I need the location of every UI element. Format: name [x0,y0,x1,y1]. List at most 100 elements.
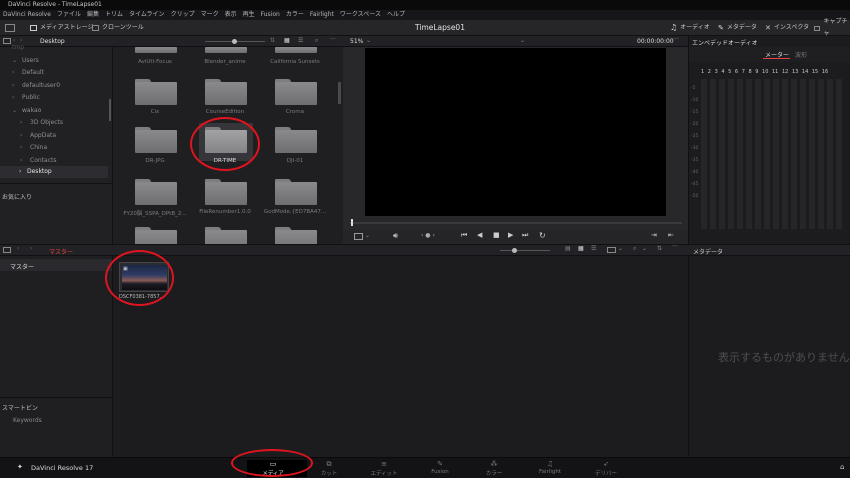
tree-item-default[interactable]: › Default [12,69,44,76]
nav-forward-icon[interactable]: › [20,37,22,44]
folder-icon[interactable] [135,179,177,205]
last-frame-icon[interactable]: ⏭ [522,231,528,240]
page-tab-edit[interactable]: ≡ エディット [364,460,404,477]
viewer-zoom[interactable]: 51% [350,38,363,45]
menu-fairlight[interactable]: Fairlight [310,10,334,20]
sort-icon[interactable]: ⇅ [270,37,275,44]
play-icon[interactable]: ▶ [508,231,513,239]
viewer-dropdown-icon[interactable]: ⌄ [520,37,525,44]
nav-back-icon[interactable]: ‹ [17,245,19,252]
sort-icon[interactable]: ⇅ [657,245,662,252]
clip-options-icon[interactable] [607,247,616,253]
folder-icon[interactable] [135,47,177,53]
page-tab-color[interactable]: ⁂ カラー [474,460,514,477]
folder-icon[interactable] [205,79,247,105]
menu-edit[interactable]: 編集 [87,10,99,20]
viewer-screen[interactable] [365,48,666,216]
menu-clip[interactable]: クリップ [171,10,195,20]
home-icon[interactable]: ⌂ [840,463,844,471]
chevron-down-icon[interactable]: ⌄ [618,245,623,252]
tree-scrollbar[interactable] [109,99,111,121]
clone-tool-button[interactable]: クローンツール [92,22,144,34]
menu-view[interactable]: 表示 [225,10,237,20]
nav-back-icon[interactable]: ‹ [13,37,15,44]
search-icon[interactable]: ⌕ [315,37,318,45]
tree-item-desktop[interactable]: › Desktop [0,166,108,178]
menu-playback[interactable]: 再生 [243,10,255,20]
clip-size-handle[interactable] [512,248,517,253]
tree-item-public[interactable]: › Public [12,94,40,101]
tree-item-china[interactable]: › China [20,144,47,151]
playhead[interactable] [351,219,353,226]
scrubber-bar[interactable] [350,222,682,224]
tree-item-users[interactable]: ⌄ Users [12,57,39,64]
jog-control-icon[interactable]: ‹ ● › [421,232,435,239]
viewer-mode-icon[interactable] [354,233,363,240]
tab-waveform[interactable]: 波形 [795,50,807,59]
inspector-button[interactable]: ✕ インスペクタ [765,22,809,34]
menu-workspace[interactable]: ワークスペース [340,10,381,20]
folder-icon[interactable] [205,47,247,53]
viewer-options-icon[interactable]: ··· [673,36,679,43]
capture-button[interactable]: キャプチャ [814,18,850,37]
folder-icon[interactable] [275,47,317,53]
folder-icon[interactable] [135,227,177,244]
grid-view-icon[interactable]: ▦ [578,245,584,252]
bin-list-toggle-icon[interactable] [3,247,11,253]
more-options-icon[interactable]: ··· [672,243,678,250]
clip-size-slider[interactable] [500,250,550,251]
volume-icon[interactable]: 🔊︎ [393,231,398,241]
tree-item-3d-objects[interactable]: › 3D Objects [20,119,63,126]
menu-mark[interactable]: マーク [201,10,219,20]
menu-color[interactable]: カラー [286,10,304,20]
mark-out-icon[interactable]: ⇤ [668,231,674,239]
folder-icon[interactable] [205,127,247,153]
first-frame-icon[interactable]: ⏮ [461,231,467,240]
metadata-view-icon[interactable]: ▤ [565,245,571,252]
nav-forward-icon[interactable]: › [30,245,32,252]
folder-icon[interactable] [275,179,317,205]
metadata-button[interactable]: ✎ メタデータ [718,22,757,34]
page-tab-media[interactable]: ▭ メディア [253,460,293,477]
zoom-dropdown-icon[interactable]: ⌄ [366,37,371,44]
folder-icon[interactable] [275,79,317,105]
bin-item-master[interactable]: マスター [0,259,112,271]
more-options-icon[interactable]: ··· [330,36,336,43]
tree-item-wakao[interactable]: ⌄ wakao [12,107,41,114]
page-tab-fusion[interactable]: ✎ Fusion [420,460,460,475]
menu-file[interactable]: ファイル [57,10,81,20]
stop-icon[interactable]: ■ [493,231,500,239]
tree-item-tmp[interactable]: tmp [12,44,24,51]
loop-icon[interactable]: ↻ [539,231,546,240]
sidebar-toggle-icon[interactable] [3,38,11,44]
list-view-icon[interactable]: ☰ [298,37,303,44]
folder-scrollbar[interactable] [338,82,341,104]
folder-icon[interactable] [205,227,247,244]
page-tab-deliver[interactable]: ➶ デリバー [586,460,626,477]
menu-trim[interactable]: トリム [105,10,123,20]
folder-icon[interactable] [275,227,317,244]
folder-icon[interactable] [205,179,247,205]
mark-in-icon[interactable]: ⇥ [651,231,657,239]
tree-item-defaultuser0[interactable]: › defaultuser0 [12,82,60,89]
reverse-play-icon[interactable]: ◀ [477,231,482,239]
grid-view-icon[interactable]: ▦ [284,37,290,44]
audio-button[interactable]: ♫ オーディオ [670,22,710,34]
smart-bin-keywords[interactable]: Keywords [13,417,42,424]
clip-thumbnail[interactable]: ▣ [119,262,169,292]
chevron-down-icon[interactable]: ⌄ [642,245,647,252]
media-storage-button[interactable]: メディアストレージ [30,22,93,34]
menu-timeline[interactable]: タイムライン [129,10,165,20]
menu-davinci[interactable]: DaVinci Resolve [3,10,51,20]
search-icon[interactable]: ⌕ [633,245,636,253]
tree-item-contacts[interactable]: › Contacts [20,157,56,164]
menu-fusion[interactable]: Fusion [261,10,280,20]
list-view-icon[interactable]: ☰ [591,245,596,252]
menu-help[interactable]: ヘルプ [387,10,405,20]
breadcrumb-master[interactable]: マスター [49,247,73,256]
folder-icon[interactable] [135,127,177,153]
folder-icon[interactable] [135,79,177,105]
page-tab-fairlight[interactable]: ♫ Fairlight [530,460,570,475]
page-tab-cut[interactable]: ⧉ カット [309,460,349,477]
folder-icon[interactable] [275,127,317,153]
